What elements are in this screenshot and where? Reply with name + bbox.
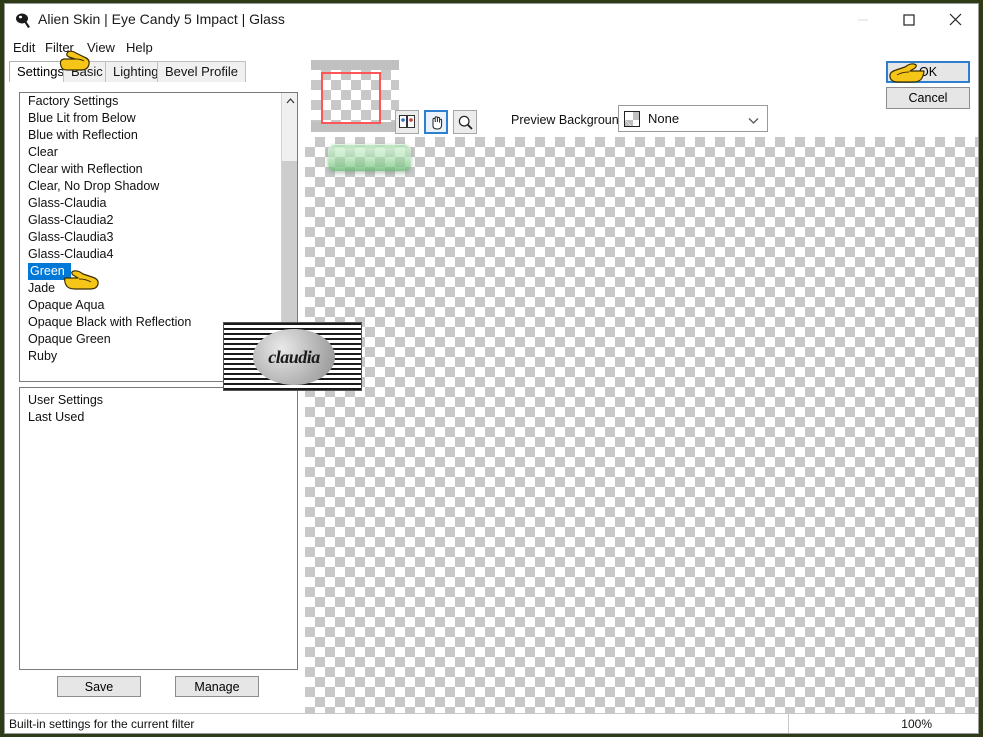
menu-item-edit[interactable]: Edit bbox=[9, 39, 39, 56]
checkerboard-swatch-icon bbox=[624, 111, 640, 127]
close-icon bbox=[949, 13, 961, 26]
close-button[interactable] bbox=[932, 4, 978, 35]
magnifier-icon bbox=[458, 115, 473, 130]
cancel-button[interactable]: Cancel bbox=[886, 87, 970, 109]
watermark-globe: claudia bbox=[253, 329, 335, 385]
watermark-logo: claudia bbox=[223, 322, 362, 391]
list-item[interactable]: Clear with Reflection bbox=[20, 161, 297, 178]
compare-icon bbox=[399, 115, 415, 128]
status-bar: Built-in settings for the current filter… bbox=[5, 713, 978, 733]
ok-button[interactable]: OK bbox=[886, 61, 970, 83]
maximize-button[interactable] bbox=[886, 4, 932, 35]
tab-strip: Settings Basic Lighting Bevel Profile bbox=[5, 61, 305, 83]
list-item[interactable]: Blue Lit from Below bbox=[20, 110, 297, 127]
status-separator bbox=[788, 714, 789, 733]
list-item-factory-heading[interactable]: Factory Settings bbox=[20, 93, 297, 110]
tab-bevel-profile[interactable]: Bevel Profile bbox=[157, 61, 246, 82]
menu-item-help[interactable]: Help bbox=[122, 39, 157, 56]
preview-background-value: None bbox=[648, 111, 680, 126]
preview-background-label: Preview Background: bbox=[511, 113, 630, 127]
glass-effect-object bbox=[328, 144, 411, 171]
list-item-selected[interactable]: Green bbox=[28, 263, 71, 280]
preview-background-select[interactable]: None bbox=[618, 105, 768, 132]
watermark-text: claudia bbox=[268, 346, 320, 367]
minimize-button[interactable] bbox=[840, 4, 886, 35]
maximize-icon bbox=[903, 13, 915, 26]
status-zoom-level: 100% bbox=[901, 717, 932, 731]
user-settings-list[interactable]: User Settings Last Used bbox=[19, 387, 298, 670]
menu-item-view[interactable]: View bbox=[83, 39, 119, 56]
minimize-icon bbox=[858, 19, 868, 20]
list-item-user-settings[interactable]: User Settings bbox=[20, 388, 297, 409]
menu-bar: Edit Filter View Help bbox=[5, 36, 978, 58]
list-item[interactable]: Opaque Aqua bbox=[20, 297, 297, 314]
window-title: Alien Skin | Eye Candy 5 Impact | Glass bbox=[38, 11, 285, 27]
manage-button[interactable]: Manage bbox=[175, 676, 259, 697]
zoom-tool-button[interactable] bbox=[453, 110, 477, 134]
title-bar: Alien Skin | Eye Candy 5 Impact | Glass bbox=[5, 4, 978, 36]
hand-tool-button[interactable] bbox=[424, 110, 448, 134]
navigator-thumbnail[interactable] bbox=[311, 60, 399, 132]
application-window: Alien Skin | Eye Candy 5 Impact | Glass … bbox=[4, 3, 979, 734]
tab-basic[interactable]: Basic bbox=[63, 61, 111, 82]
list-item-last-used[interactable]: Last Used bbox=[20, 409, 297, 430]
chevron-up-icon bbox=[286, 98, 294, 104]
list-item[interactable]: Glass-Claudia2 bbox=[20, 212, 297, 229]
navigator-viewport-rect[interactable] bbox=[321, 72, 381, 124]
list-item[interactable]: Jade bbox=[20, 280, 297, 297]
list-item[interactable]: Glass-Claudia4 bbox=[20, 246, 297, 263]
chevron-down-icon[interactable] bbox=[748, 114, 759, 128]
preview-canvas[interactable] bbox=[305, 137, 978, 715]
list-item[interactable]: Glass-Claudia3 bbox=[20, 229, 297, 246]
scroll-up-button[interactable] bbox=[282, 93, 297, 109]
list-item[interactable]: Clear bbox=[20, 144, 297, 161]
list-item[interactable]: Glass-Claudia bbox=[20, 195, 297, 212]
list-item[interactable]: Clear, No Drop Shadow bbox=[20, 178, 297, 195]
compare-tool-button[interactable] bbox=[395, 110, 419, 134]
status-message: Built-in settings for the current filter bbox=[9, 717, 195, 731]
menu-item-filter[interactable]: Filter bbox=[41, 39, 78, 56]
hand-icon bbox=[432, 115, 442, 130]
app-icon bbox=[15, 12, 32, 29]
save-button[interactable]: Save bbox=[57, 676, 141, 697]
list-item[interactable]: Blue with Reflection bbox=[20, 127, 297, 144]
